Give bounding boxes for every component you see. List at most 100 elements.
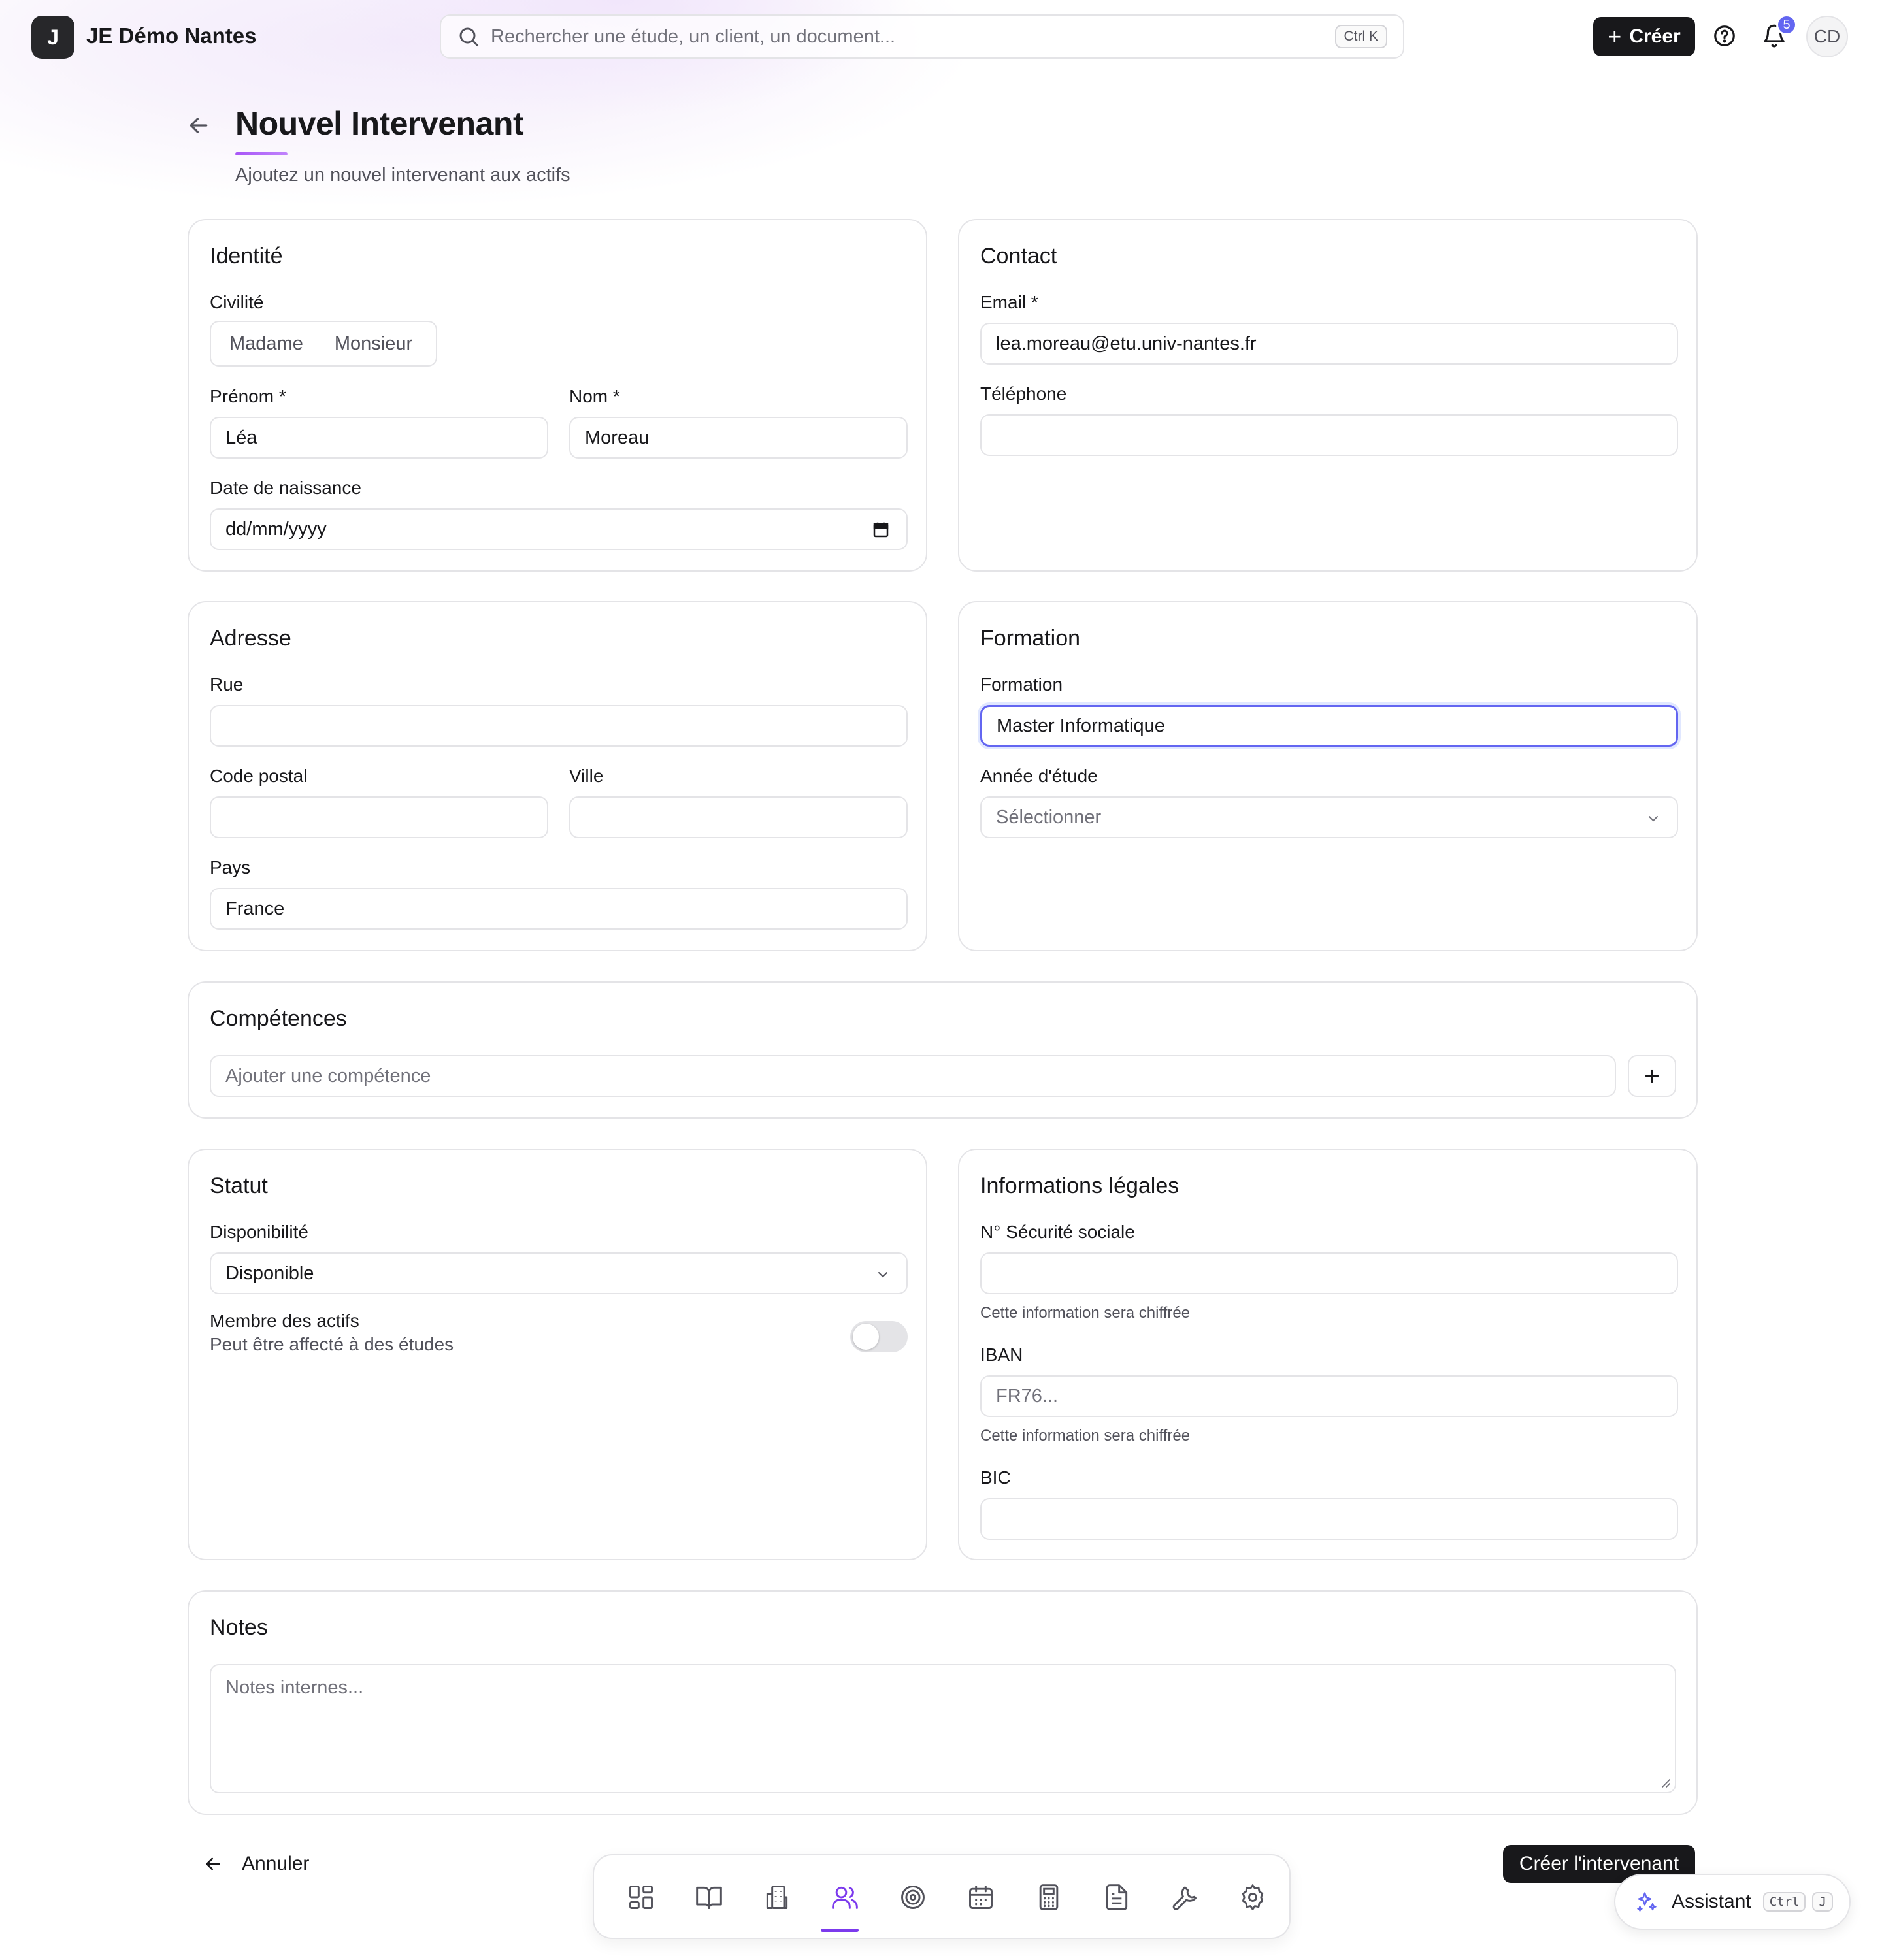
plus-icon: + (1608, 23, 1622, 50)
disponibilite-select-value: Disponible (225, 1262, 314, 1284)
legal-card: Informations légales N° Sécurité sociale… (958, 1149, 1698, 1560)
civilite-option-monsieur[interactable]: Monsieur (335, 333, 412, 355)
statut-card: Statut Disponibilité Disponible Membre d… (188, 1149, 927, 1560)
nom-field[interactable]: Moreau (569, 417, 908, 459)
card-title: Compétences (210, 1006, 347, 1031)
help-icon[interactable] (1712, 24, 1737, 48)
secu-help: Cette information sera chiffrée (980, 1304, 1191, 1322)
nav-documents[interactable] (1093, 1874, 1140, 1921)
date-naissance-field[interactable]: dd/mm/yyyy (210, 508, 908, 550)
card-title: Formation (980, 626, 1081, 651)
document-icon (1106, 1884, 1128, 1910)
search-shortcut: Ctrl K (1334, 25, 1387, 48)
notes-card: Notes Notes internes... (188, 1590, 1698, 1815)
annee-select-value: Sélectionner (996, 806, 1102, 828)
code-postal-label: Code postal (210, 766, 308, 786)
wrench-icon (1172, 1886, 1197, 1910)
bic-field[interactable] (980, 1498, 1678, 1540)
formation-card: Formation Formation Master Informatique … (958, 601, 1698, 951)
notes-placeholder: Notes internes... (225, 1677, 364, 1698)
annee-select[interactable]: Sélectionner (980, 796, 1678, 838)
contact-card: Contact Email * lea.moreau@etu.univ-nant… (958, 219, 1698, 572)
iban-field[interactable]: FR76... (980, 1375, 1678, 1417)
email-field[interactable]: lea.moreau@etu.univ-nantes.fr (980, 323, 1678, 365)
target-icon (901, 1886, 925, 1909)
app-logo[interactable]: J (31, 16, 74, 59)
nav-buildings[interactable] (753, 1874, 801, 1921)
page-title: Nouvel Intervenant (235, 105, 524, 142)
prenom-label: Prénom * (210, 386, 286, 406)
membre-label: Membre des actifs (210, 1311, 359, 1331)
code-postal-field[interactable] (210, 796, 548, 838)
nav-target[interactable] (889, 1874, 936, 1921)
active-nav-indicator (821, 1929, 859, 1932)
nom-label: Nom * (569, 386, 620, 406)
chevron-down-icon (878, 1272, 887, 1278)
card-title: Notes (210, 1615, 268, 1640)
rue-field[interactable] (210, 705, 908, 747)
chevron-down-icon (1649, 816, 1658, 822)
disponibilite-label: Disponibilité (210, 1222, 308, 1242)
formation-field[interactable]: Master Informatique (980, 705, 1678, 747)
civilite-option-madame[interactable]: Madame (229, 333, 303, 355)
pays-label: Pays (210, 857, 251, 877)
date-placeholder: dd/mm/yyyy (225, 518, 327, 540)
email-label: Email * (980, 292, 1038, 312)
sparkles-icon (1637, 1892, 1657, 1912)
search-icon (459, 27, 478, 46)
notes-textarea[interactable]: Notes internes... (210, 1664, 1676, 1793)
users-icon (832, 1886, 858, 1909)
prenom-field[interactable]: Léa (210, 417, 548, 459)
top-bar: J JE Démo Nantes Rechercher une étude, u… (0, 0, 1882, 73)
nav-book[interactable] (685, 1874, 733, 1921)
nav-calculator[interactable] (1025, 1874, 1072, 1921)
telephone-field[interactable] (980, 414, 1678, 456)
building-icon (766, 1886, 788, 1909)
search-placeholder: Rechercher une étude, un client, un docu… (491, 25, 896, 47)
ville-field[interactable] (569, 796, 908, 838)
add-competence-button[interactable] (1628, 1055, 1676, 1097)
identite-card: Identité Civilité Madame Monsieur Prénom… (188, 219, 927, 572)
secu-field[interactable] (980, 1252, 1678, 1294)
avatar[interactable]: CD (1806, 16, 1848, 57)
nav-settings[interactable] (1229, 1874, 1276, 1921)
assistant-shortcut-j: J (1812, 1892, 1833, 1912)
nav-dashboard[interactable] (618, 1874, 665, 1921)
search-bar[interactable]: Rechercher une étude, un client, un docu… (440, 14, 1404, 59)
pays-field[interactable]: France (210, 888, 908, 930)
plus-icon (1645, 1069, 1659, 1083)
iban-help: Cette information sera chiffrée (980, 1427, 1191, 1445)
back-arrow-icon[interactable] (186, 112, 212, 139)
card-title: Informations légales (980, 1173, 1180, 1198)
bottom-dock (593, 1854, 1291, 1939)
resize-grip-icon[interactable] (1659, 1776, 1671, 1788)
bic-label: BIC (980, 1467, 1011, 1488)
secu-label: N° Sécurité sociale (980, 1222, 1135, 1242)
assistant-button[interactable]: Assistant Ctrl J (1614, 1874, 1851, 1930)
rue-label: Rue (210, 674, 244, 694)
calendar-picker-icon[interactable] (871, 520, 891, 540)
card-title: Adresse (210, 626, 291, 651)
assistant-label: Assistant (1672, 1891, 1751, 1912)
membre-help: Peut être affecté à des études (210, 1334, 454, 1354)
notification-badge: 5 (1776, 14, 1797, 35)
nav-intervenants[interactable] (821, 1874, 868, 1921)
membre-toggle[interactable] (850, 1321, 908, 1352)
book-icon (696, 1886, 722, 1909)
back-arrow-icon (206, 1857, 220, 1870)
app-name[interactable]: JE Démo Nantes (86, 24, 256, 48)
nav-calendar[interactable] (957, 1874, 1004, 1921)
cancel-button[interactable]: Annuler (203, 1853, 309, 1875)
assistant-shortcut-ctrl: Ctrl (1762, 1892, 1806, 1912)
card-title: Identité (210, 244, 283, 269)
settings-icon (1242, 1884, 1264, 1910)
calendar-icon (969, 1886, 993, 1909)
civilite-label: Civilité (210, 292, 264, 312)
disponibilite-select[interactable]: Disponible (210, 1252, 908, 1294)
card-title: Contact (980, 244, 1057, 269)
create-button[interactable]: + Créer (1593, 17, 1695, 56)
competence-input[interactable]: Ajouter une compétence (210, 1055, 1616, 1097)
annee-label: Année d'étude (980, 766, 1098, 786)
create-button-label: Créer (1629, 25, 1681, 47)
nav-tools[interactable] (1161, 1874, 1208, 1921)
